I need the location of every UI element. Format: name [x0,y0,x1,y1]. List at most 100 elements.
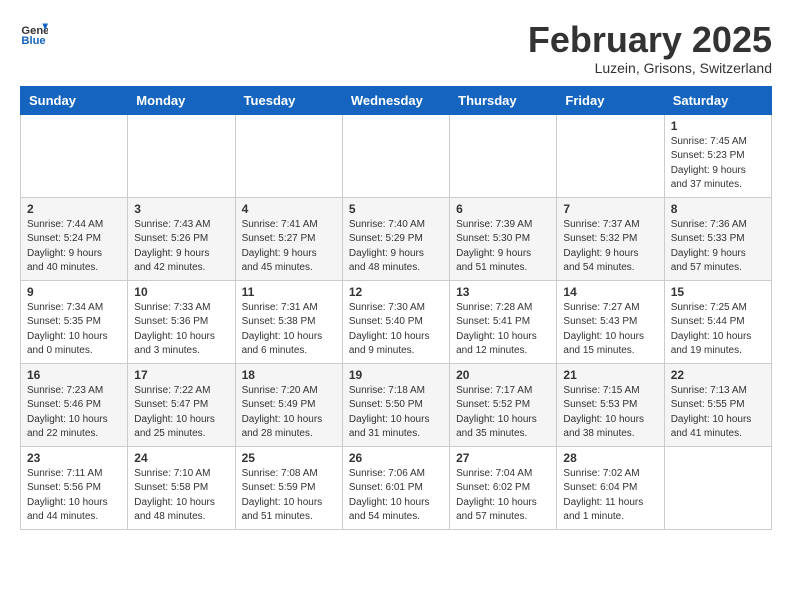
day-info: Sunrise: 7:45 AM Sunset: 5:23 PM Dayligh… [671,135,765,193]
day-number: 13 [456,285,550,299]
calendar-cell: 28Sunrise: 7:02 AM Sunset: 6:04 PM Dayli… [557,446,664,529]
day-number: 10 [134,285,228,299]
week-row-3: 9 Sunrise: 7:34 AM Sunset: 5:35 PM Daylig… [21,280,772,363]
calendar-cell: 3 Sunrise: 7:43 AM Sunset: 5:26 PM Daylig… [128,197,235,280]
day-number: 27 [456,451,550,465]
calendar-cell: 8Sunrise: 7:36 AM Sunset: 5:33 PM Daylig… [664,197,771,280]
day-number: 7 [563,202,657,216]
calendar-cell: 2 Sunrise: 7:44 AM Sunset: 5:24 PM Daylig… [21,197,128,280]
day-info: Sunrise: 7:15 AM Sunset: 5:53 PM Dayligh… [563,384,657,442]
week-row-5: 23 Sunrise: 7:11 AM Sunset: 5:56 PM Dayli… [21,446,772,529]
day-info: Sunrise: 7:36 AM Sunset: 5:33 PM Dayligh… [671,218,765,276]
title-block: February 2025 Luzein, Grisons, Switzerla… [528,20,772,76]
day-info: Sunrise: 7:20 AM Sunset: 5:49 PM Dayligh… [242,384,336,442]
calendar-cell: 13 Sunrise: 7:28 AM Sunset: 5:41 PM Dayli… [450,280,557,363]
calendar-cell: 4Sunrise: 7:41 AM Sunset: 5:27 PM Daylig… [235,197,342,280]
day-info: Sunrise: 7:30 AM Sunset: 5:40 PM Dayligh… [349,301,443,359]
calendar-cell: 14Sunrise: 7:27 AM Sunset: 5:43 PM Dayli… [557,280,664,363]
month-title: February 2025 [528,20,772,60]
day-number: 23 [27,451,121,465]
day-number: 5 [349,202,443,216]
day-info: Sunrise: 7:40 AM Sunset: 5:29 PM Dayligh… [349,218,443,276]
day-number: 25 [242,451,336,465]
calendar-cell [235,114,342,197]
day-info: Sunrise: 7:27 AM Sunset: 5:43 PM Dayligh… [563,301,657,359]
calendar-cell: 27 Sunrise: 7:04 AM Sunset: 6:02 PM Dayli… [450,446,557,529]
day-number: 3 [134,202,228,216]
calendar-cell: 21 Sunrise: 7:15 AM Sunset: 5:53 PM Dayli… [557,363,664,446]
day-number: 12 [349,285,443,299]
week-row-2: 2 Sunrise: 7:44 AM Sunset: 5:24 PM Daylig… [21,197,772,280]
day-info: Sunrise: 7:04 AM Sunset: 6:02 PM Dayligh… [456,467,550,525]
calendar-cell [21,114,128,197]
calendar-cell: 25 Sunrise: 7:08 AM Sunset: 5:59 PM Dayli… [235,446,342,529]
calendar-cell: 18 Sunrise: 7:20 AM Sunset: 5:49 PM Dayli… [235,363,342,446]
day-number: 20 [456,368,550,382]
day-number: 15 [671,285,765,299]
calendar-cell: 7 Sunrise: 7:37 AM Sunset: 5:32 PM Daylig… [557,197,664,280]
calendar-cell: 23 Sunrise: 7:11 AM Sunset: 5:56 PM Dayli… [21,446,128,529]
calendar-cell [450,114,557,197]
day-info: Sunrise: 7:25 AM Sunset: 5:44 PM Dayligh… [671,301,765,359]
calendar-cell [557,114,664,197]
weekday-header-saturday: Saturday [664,86,771,114]
day-number: 16 [27,368,121,382]
day-info: Sunrise: 7:06 AM Sunset: 6:01 PM Dayligh… [349,467,443,525]
week-row-1: 1 Sunrise: 7:45 AM Sunset: 5:23 PM Daylig… [21,114,772,197]
day-info: Sunrise: 7:34 AM Sunset: 5:35 PM Dayligh… [27,301,121,359]
day-info: Sunrise: 7:44 AM Sunset: 5:24 PM Dayligh… [27,218,121,276]
day-number: 22 [671,368,765,382]
week-row-4: 16 Sunrise: 7:23 AM Sunset: 5:46 PM Dayli… [21,363,772,446]
day-number: 6 [456,202,550,216]
calendar-cell: 26 Sunrise: 7:06 AM Sunset: 6:01 PM Dayli… [342,446,449,529]
day-number: 9 [27,285,121,299]
weekday-header-tuesday: Tuesday [235,86,342,114]
calendar-cell: 10Sunrise: 7:33 AM Sunset: 5:36 PM Dayli… [128,280,235,363]
calendar-cell: 12 Sunrise: 7:30 AM Sunset: 5:40 PM Dayli… [342,280,449,363]
calendar-cell [342,114,449,197]
day-number: 19 [349,368,443,382]
day-number: 18 [242,368,336,382]
day-info: Sunrise: 7:39 AM Sunset: 5:30 PM Dayligh… [456,218,550,276]
day-info: Sunrise: 7:17 AM Sunset: 5:52 PM Dayligh… [456,384,550,442]
calendar-cell: 17 Sunrise: 7:22 AM Sunset: 5:47 PM Dayli… [128,363,235,446]
page-header: General Blue February 2025 Luzein, Griso… [20,20,772,76]
calendar-cell: 16 Sunrise: 7:23 AM Sunset: 5:46 PM Dayli… [21,363,128,446]
day-number: 1 [671,119,765,133]
day-info: Sunrise: 7:18 AM Sunset: 5:50 PM Dayligh… [349,384,443,442]
day-info: Sunrise: 7:11 AM Sunset: 5:56 PM Dayligh… [27,467,121,525]
day-number: 26 [349,451,443,465]
day-info: Sunrise: 7:28 AM Sunset: 5:41 PM Dayligh… [456,301,550,359]
calendar-cell: 6 Sunrise: 7:39 AM Sunset: 5:30 PM Daylig… [450,197,557,280]
weekday-header-monday: Monday [128,86,235,114]
day-info: Sunrise: 7:13 AM Sunset: 5:55 PM Dayligh… [671,384,765,442]
calendar-cell: 20 Sunrise: 7:17 AM Sunset: 5:52 PM Dayli… [450,363,557,446]
day-info: Sunrise: 7:08 AM Sunset: 5:59 PM Dayligh… [242,467,336,525]
day-number: 28 [563,451,657,465]
calendar-cell [664,446,771,529]
calendar-cell: 24Sunrise: 7:10 AM Sunset: 5:58 PM Dayli… [128,446,235,529]
day-number: 17 [134,368,228,382]
weekday-header-sunday: Sunday [21,86,128,114]
weekday-header-wednesday: Wednesday [342,86,449,114]
calendar-cell: 5 Sunrise: 7:40 AM Sunset: 5:29 PM Daylig… [342,197,449,280]
day-info: Sunrise: 7:23 AM Sunset: 5:46 PM Dayligh… [27,384,121,442]
calendar-cell: 15 Sunrise: 7:25 AM Sunset: 5:44 PM Dayli… [664,280,771,363]
calendar-cell [128,114,235,197]
day-number: 2 [27,202,121,216]
calendar-cell: 19 Sunrise: 7:18 AM Sunset: 5:50 PM Dayli… [342,363,449,446]
day-info: Sunrise: 7:43 AM Sunset: 5:26 PM Dayligh… [134,218,228,276]
logo-icon: General Blue [20,20,48,48]
day-number: 21 [563,368,657,382]
calendar-cell: 11 Sunrise: 7:31 AM Sunset: 5:38 PM Dayli… [235,280,342,363]
day-info: Sunrise: 7:10 AM Sunset: 5:58 PM Dayligh… [134,467,228,525]
day-info: Sunrise: 7:31 AM Sunset: 5:38 PM Dayligh… [242,301,336,359]
weekday-header-friday: Friday [557,86,664,114]
location: Luzein, Grisons, Switzerland [528,60,772,76]
day-info: Sunrise: 7:41 AM Sunset: 5:27 PM Dayligh… [242,218,336,276]
calendar-cell: 22 Sunrise: 7:13 AM Sunset: 5:55 PM Dayli… [664,363,771,446]
day-info: Sunrise: 7:37 AM Sunset: 5:32 PM Dayligh… [563,218,657,276]
calendar-cell: 1 Sunrise: 7:45 AM Sunset: 5:23 PM Daylig… [664,114,771,197]
day-info: Sunrise: 7:22 AM Sunset: 5:47 PM Dayligh… [134,384,228,442]
day-number: 11 [242,285,336,299]
